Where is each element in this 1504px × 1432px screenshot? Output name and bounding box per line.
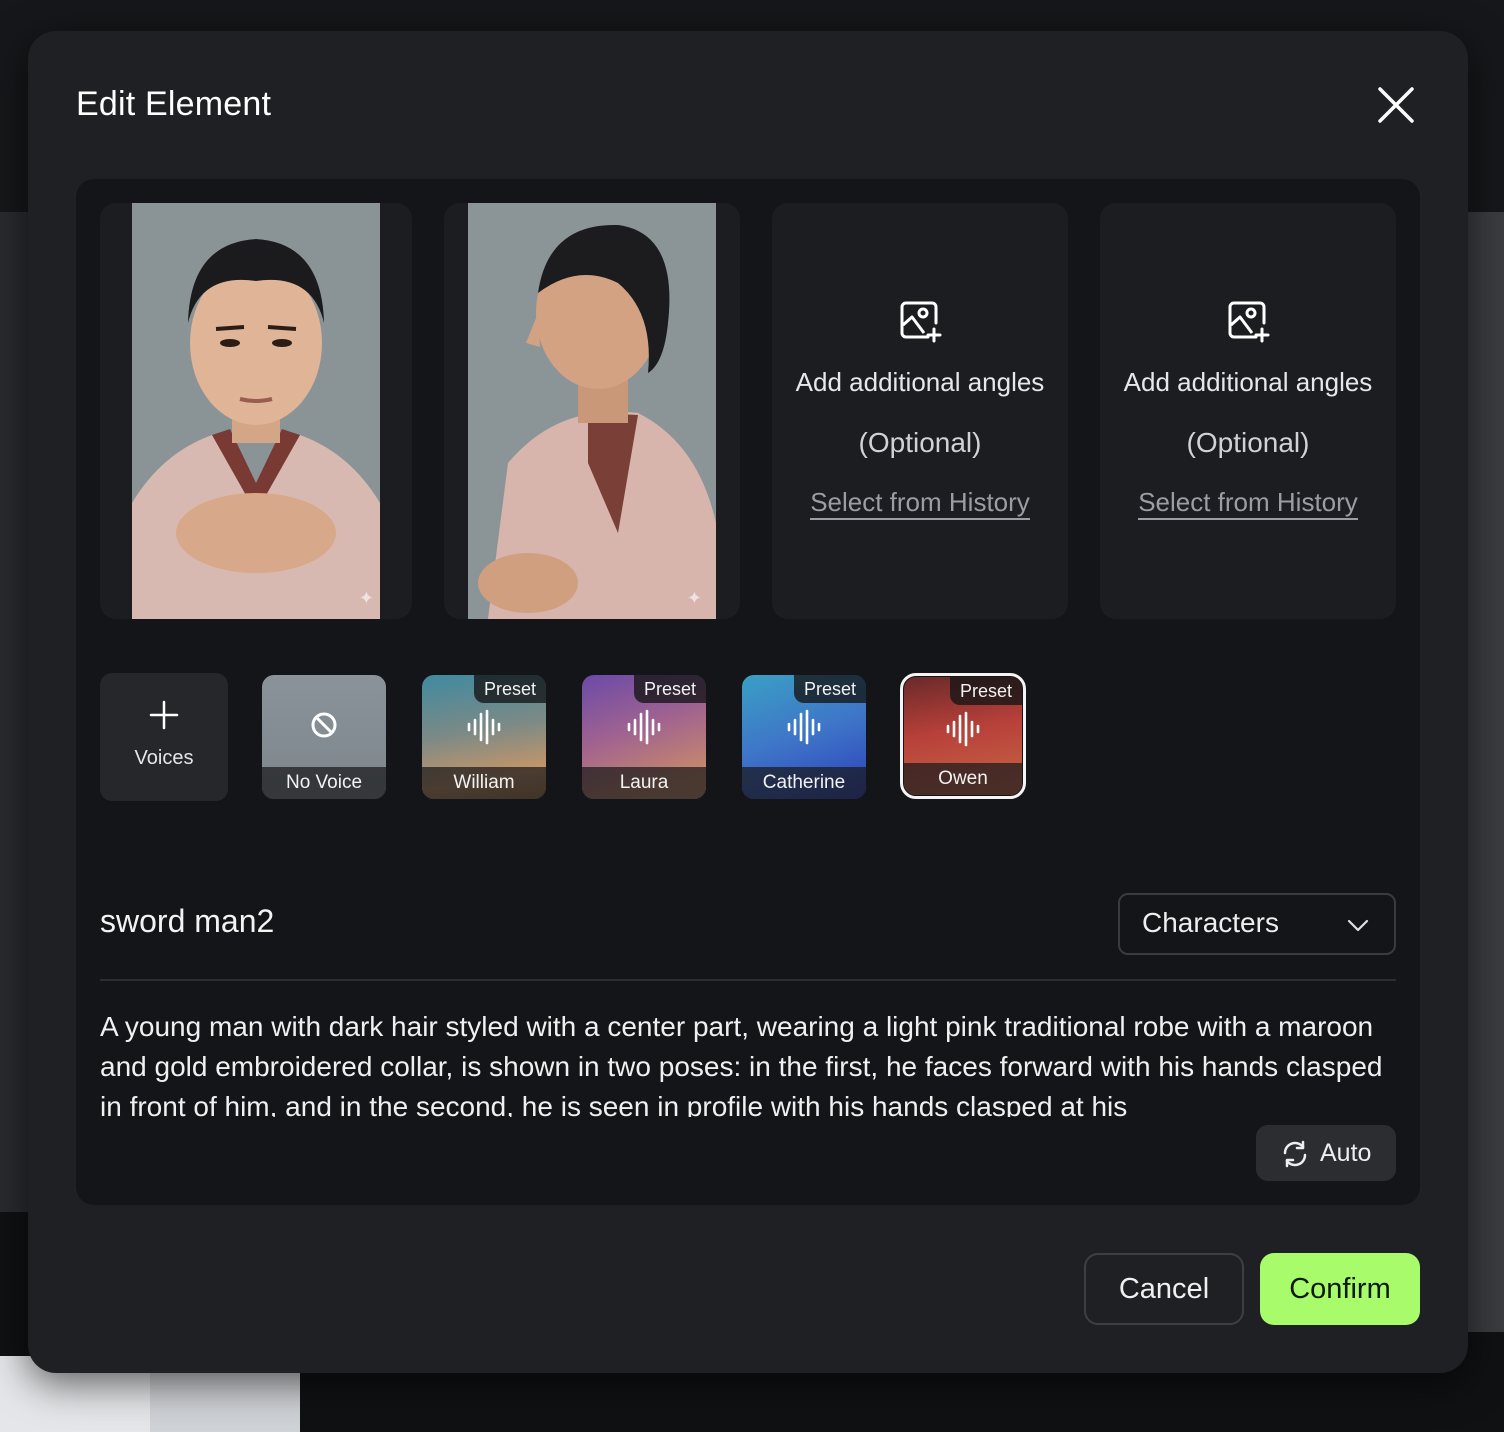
portrait-profile-image bbox=[468, 203, 716, 619]
add-image-icon bbox=[900, 301, 942, 343]
voice-name: William bbox=[422, 767, 546, 799]
voice-name: No Voice bbox=[262, 767, 386, 799]
close-icon[interactable] bbox=[1372, 81, 1420, 129]
reference-image-profile[interactable]: ✦ bbox=[444, 203, 740, 619]
voice-option-laura[interactable]: Preset Laura bbox=[582, 675, 706, 799]
reference-image-front[interactable]: ✦ bbox=[100, 203, 412, 619]
auto-generate-button[interactable]: Auto bbox=[1256, 1125, 1396, 1181]
confirm-button[interactable]: Confirm bbox=[1260, 1253, 1420, 1325]
preset-badge: Preset bbox=[473, 675, 546, 703]
category-dropdown[interactable]: Characters bbox=[1118, 893, 1396, 955]
preset-badge: Preset bbox=[793, 675, 866, 703]
backdrop-right bbox=[1466, 212, 1504, 1332]
add-voice-label: Voices bbox=[134, 747, 194, 769]
add-image-icon bbox=[1228, 301, 1270, 343]
preset-badge: Preset bbox=[633, 675, 706, 703]
add-angle-slot-1[interactable]: Add additional angles (Optional) Select … bbox=[772, 203, 1068, 619]
add-voice-button[interactable]: Voices bbox=[100, 673, 228, 801]
voice-option-catherine[interactable]: Preset Catherine bbox=[742, 675, 866, 799]
refresh-icon bbox=[1283, 1140, 1307, 1168]
category-value: Characters bbox=[1142, 907, 1279, 938]
voice-option-no-voice[interactable]: No Voice bbox=[262, 675, 386, 799]
edit-element-dialog: Edit Element ✦ ✦ Add additional angles (… bbox=[28, 31, 1468, 1373]
sparkle-icon: ✦ bbox=[358, 588, 374, 608]
sparkle-icon: ✦ bbox=[686, 588, 702, 608]
optional-label: (Optional) bbox=[858, 427, 982, 458]
waveform-icon bbox=[467, 709, 501, 745]
dialog-title: Edit Element bbox=[76, 85, 272, 123]
voice-option-owen[interactable]: Preset Owen bbox=[900, 673, 1026, 799]
waveform-icon bbox=[946, 711, 980, 747]
voice-name: Catherine bbox=[742, 767, 866, 799]
select-from-history-link[interactable]: Select from History bbox=[772, 487, 1068, 520]
voice-name: Laura bbox=[582, 767, 706, 799]
element-name[interactable]: sword man2 bbox=[100, 903, 274, 940]
plus-icon bbox=[149, 700, 179, 730]
voice-option-william[interactable]: Preset William bbox=[422, 675, 546, 799]
add-angle-label: Add additional angles bbox=[795, 367, 1045, 397]
add-angle-slot-2[interactable]: Add additional angles (Optional) Select … bbox=[1100, 203, 1396, 619]
select-from-history-link[interactable]: Select from History bbox=[1100, 487, 1396, 520]
backdrop-left bbox=[0, 212, 30, 1212]
divider bbox=[100, 979, 1396, 981]
element-panel: ✦ ✦ Add additional angles (Optional) Sel… bbox=[76, 179, 1420, 1205]
chevron-down-icon bbox=[1347, 919, 1369, 932]
add-angle-label: Add additional angles bbox=[1123, 367, 1373, 397]
voice-name: Owen bbox=[904, 763, 1022, 795]
optional-label: (Optional) bbox=[1186, 427, 1310, 458]
portrait-front-image bbox=[132, 203, 380, 619]
auto-label: Auto bbox=[1320, 1139, 1372, 1167]
preset-badge: Preset bbox=[949, 677, 1022, 705]
description-textarea[interactable]: A young man with dark hair styled with a… bbox=[100, 1007, 1400, 1117]
no-voice-icon bbox=[311, 712, 337, 738]
waveform-icon bbox=[787, 709, 821, 745]
waveform-icon bbox=[627, 709, 661, 745]
cancel-button[interactable]: Cancel bbox=[1084, 1253, 1244, 1325]
